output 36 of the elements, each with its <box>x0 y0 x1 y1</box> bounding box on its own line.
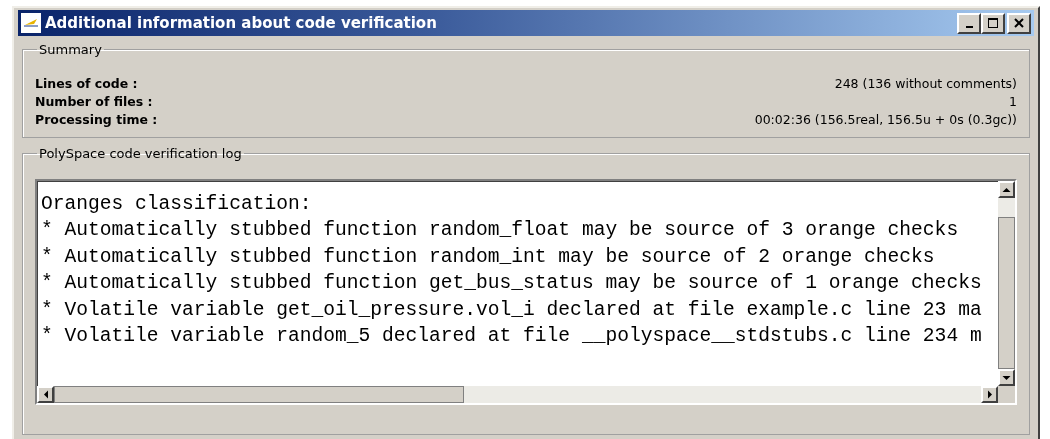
scroll-thumb[interactable] <box>998 217 1015 369</box>
close-button[interactable] <box>1007 12 1031 34</box>
summary-value: 00:02:36 (156.5real, 156.5u + 0s (0.3gc)) <box>754 111 1017 129</box>
scroll-left-button[interactable] <box>37 386 54 403</box>
down-arrow-icon <box>1002 374 1011 381</box>
scroll-right-button[interactable] <box>981 386 998 403</box>
summary-label: Processing time : <box>35 111 158 129</box>
group-label: Summary <box>38 42 103 57</box>
maximize-icon <box>987 17 999 29</box>
right-arrow-icon <box>986 390 993 399</box>
log-line: * Automatically stubbed function random_float may be source of 3 orange checks <box>41 218 960 244</box>
log-line: Oranges classification: <box>41 192 313 217</box>
log-text-area[interactable] <box>35 179 1017 405</box>
app-icon <box>21 13 41 33</box>
summary-value: 248 (136 without comments) <box>834 75 1017 93</box>
maximize-button[interactable] <box>981 12 1005 34</box>
log-line: * Automatically stubbed function random_int may be source of 2 orange checks <box>41 244 936 270</box>
vertical-scrollbar[interactable] <box>998 181 1015 386</box>
group-label: PolySpace code verification log <box>38 146 243 161</box>
close-icon <box>1013 17 1025 29</box>
left-arrow-icon <box>42 390 49 399</box>
log-line: * Volatile variable get_oil_pressure.vol_i declared at file example.c line 23 ma <box>41 297 983 323</box>
minimize-button[interactable] <box>957 12 981 34</box>
summary-label: Lines of code : <box>35 75 138 93</box>
horizontal-scrollbar[interactable] <box>37 386 998 403</box>
summary-label: Number of files : <box>35 93 153 111</box>
minimize-icon <box>965 26 973 28</box>
scroll-up-button[interactable] <box>998 181 1015 198</box>
log-line: * Volatile variable random_5 declared at file __polyspace__stdstubs.c line 234 m <box>41 324 983 350</box>
scroll-thumb[interactable] <box>54 386 464 403</box>
up-arrow-icon <box>1002 186 1011 193</box>
summary-value: 1 <box>1009 93 1017 111</box>
log-line: * Automatically stubbed function get_bus_status may be source of 1 orange checks <box>41 271 983 297</box>
scrollbar-corner <box>998 386 1015 403</box>
window-title: Additional information about code verification <box>45 14 438 32</box>
scroll-down-button[interactable] <box>998 369 1015 386</box>
